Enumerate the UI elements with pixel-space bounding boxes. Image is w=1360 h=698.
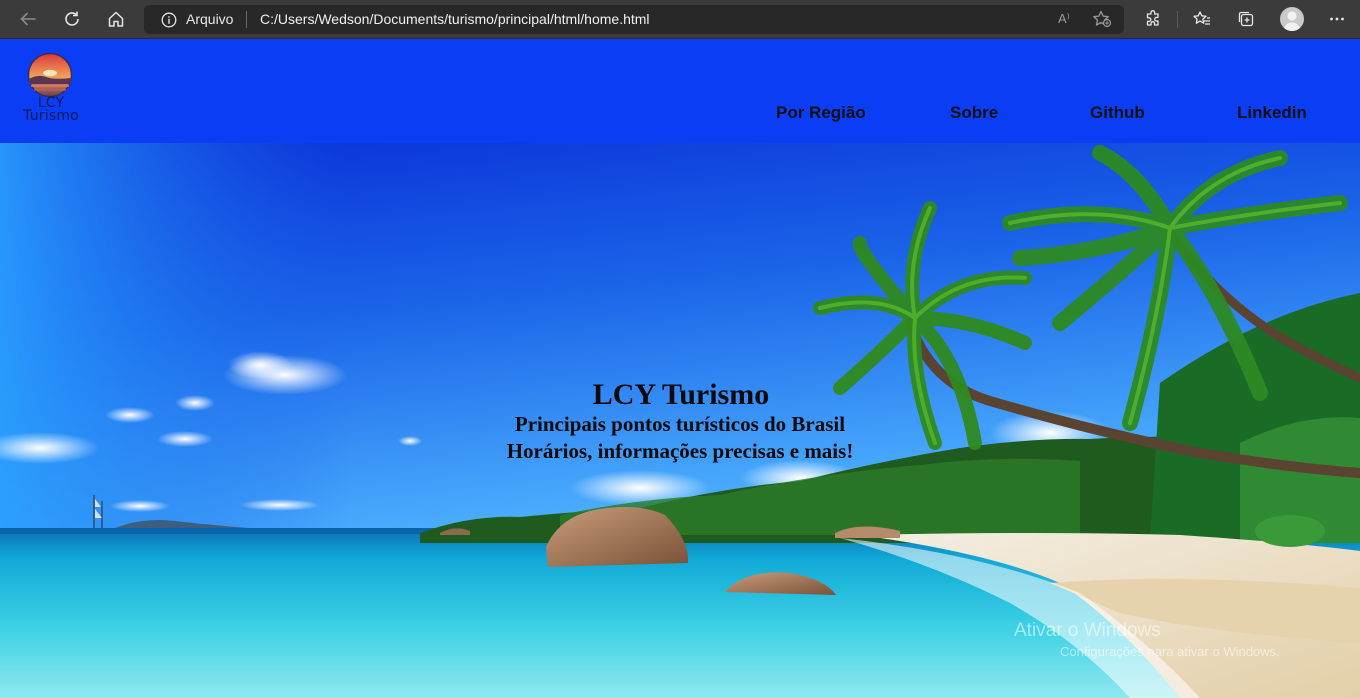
read-aloud-icon[interactable]: A⁾ [1058,11,1070,27]
extensions-icon[interactable] [1138,5,1168,33]
site-logo[interactable]: LCY Turismo [18,51,84,127]
nav-link-github[interactable]: Github [1090,103,1145,123]
info-icon[interactable] [161,12,177,28]
more-icon[interactable] [1322,5,1352,33]
site-header: LCY Turismo Por Região Sobre Github Link… [0,39,1360,143]
hero-subtitle-line1: Principais pontos turísticos do Brasil [514,412,846,436]
collections-icon[interactable] [1231,5,1261,33]
logo-text: LCY Turismo [18,96,84,124]
toolbar-divider [1177,11,1178,28]
nav-link-sobre[interactable]: Sobre [950,103,998,123]
site-info-label[interactable]: Arquivo [186,11,233,27]
hero-banner: LCY Turismo Principais pontos turísticos… [0,143,1360,698]
hero-subtitle-line2: Horários, informações precisas e mais! [506,439,854,463]
profile-avatar[interactable] [1280,7,1304,31]
address-divider [246,11,247,28]
sunset-logo-icon [27,52,73,98]
watermark-line2: Configurações para ativar o Windows. [1060,644,1280,659]
add-favorite-icon[interactable] [1092,10,1112,28]
hero-title: LCY Turismo [592,378,770,411]
home-icon[interactable] [101,5,131,33]
watermark-line1: Ativar o Windows [1014,620,1161,641]
logo-text-line2: Turismo [23,108,79,124]
back-arrow-icon[interactable] [13,5,43,33]
refresh-icon[interactable] [57,5,87,33]
hero-text: LCY Turismo Principais pontos turísticos… [0,379,1360,465]
windows-activation-watermark: Ativar o Windows Configurações para ativ… [1014,620,1280,659]
url-text[interactable]: C:/Users/Wedson/Documents/turismo/princi… [260,11,650,27]
web-page: LCY Turismo Por Região Sobre Github Link… [0,39,1360,698]
nav-link-por-regiao[interactable]: Por Região [776,103,866,123]
nav-link-linkedin[interactable]: Linkedin [1237,103,1307,123]
browser-toolbar: Arquivo C:/Users/Wedson/Documents/turism… [0,0,1360,39]
address-bar[interactable]: Arquivo C:/Users/Wedson/Documents/turism… [144,5,1124,34]
favorites-icon[interactable] [1187,5,1217,33]
